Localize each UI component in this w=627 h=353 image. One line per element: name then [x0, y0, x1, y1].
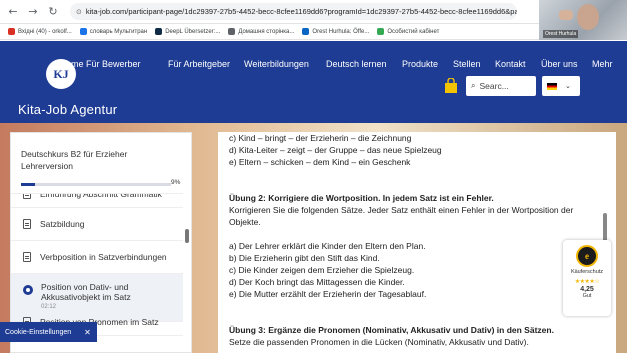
nav-item[interactable]: Kontakt	[495, 59, 526, 69]
document-icon	[23, 194, 31, 199]
bookmark-item[interactable]: Домашня сторінка...	[228, 28, 294, 35]
document-icon	[23, 219, 31, 229]
search-input[interactable]: ⌕ Searc...	[466, 76, 536, 96]
bookmark-item[interactable]: Orest Hurhula: Öffe...	[302, 28, 369, 35]
nav-item[interactable]: Über uns	[541, 59, 578, 69]
trust-label: Käuferschutz	[570, 269, 604, 275]
content-scrollbar[interactable]	[603, 213, 607, 243]
bookmark-label: DeepL Übersetzer:...	[165, 28, 221, 35]
content-line: Korrigieren Sie die folgenden Sätze. Jed…	[229, 205, 574, 215]
cookie-settings-bar[interactable]: Cookie-Einstellungen ✕	[0, 322, 97, 342]
bookmark-label: Вхідні (40) - orkolf...	[18, 28, 72, 35]
rating-word: Gut	[582, 293, 592, 299]
back-icon[interactable]: ←	[6, 5, 20, 19]
nav-item[interactable]: Deutsch lernen	[326, 59, 387, 69]
bookmark-item[interactable]: DeepL Übersetzer:...	[155, 28, 220, 35]
exercise-heading: Übung 3: Ergänze die Pronomen (Nominativ…	[229, 325, 554, 335]
bookmark-label: Домашня сторінка...	[238, 28, 295, 35]
bookmark-label: словарь Мультитран	[89, 28, 148, 35]
trusted-shops-badge[interactable]: e Käuferschutz ★★★★☆ 4,25 Gut	[563, 240, 611, 316]
url-text: kita-job.com/participant-page/1dc29397-2…	[85, 7, 517, 16]
german-flag-icon	[547, 82, 557, 90]
lesson-duration: 02:12	[41, 304, 57, 310]
rating-score: 4,25	[580, 286, 594, 293]
bookmark-favicon-icon	[377, 28, 385, 35]
lesson-label: Satzbildung	[40, 219, 85, 229]
nav-item[interactable]: Stellen	[453, 59, 481, 69]
search-icon: ⌕	[471, 81, 476, 90]
address-bar[interactable]: ⊙ kita-job.com/participant-page/1dc29397…	[70, 3, 517, 20]
course-progress-bar	[21, 183, 171, 186]
shopping-bag-icon[interactable]	[444, 78, 458, 93]
search-placeholder: Searc...	[479, 81, 509, 91]
content-line: e) Die Mutter erzählt der Erzieherin der…	[229, 289, 427, 299]
bookmark-label: Особистий кабінет	[387, 28, 440, 35]
content-line: Objekte.	[229, 217, 261, 227]
content-line: e) Eltern – schicken – dem Kind – ein Ge…	[229, 157, 411, 167]
lesson-label: Position von Dativ- und Akkusativobjekt …	[41, 282, 131, 302]
site-header: ome Für Bewerber Für Arbeitgeber Weiterbild…	[0, 41, 627, 123]
chevron-down-icon: ⌄	[565, 82, 571, 90]
nav-item[interactable]: Für Bewerber	[86, 59, 141, 69]
content-line: b) Die Erzieherin gibt den Stift das Kin…	[229, 253, 380, 263]
logo[interactable]: KJ	[46, 59, 76, 89]
content-line: c) Kind – bringt – der Erzieherin – die …	[229, 133, 412, 143]
lesson-label: Verbposition in Satzverbindungen	[40, 252, 167, 262]
site-info-icon[interactable]: ⊙	[76, 8, 82, 16]
document-icon	[23, 252, 31, 262]
content-line: a) Der Lehrer erklärt die Kinder den Elt…	[229, 241, 426, 251]
bookmark-label: Orest Hurhula: Öffe...	[312, 28, 370, 35]
content-line: d) Der Koch bringt das Mittagessen die K…	[229, 277, 405, 287]
bookmark-item[interactable]: Особистий кабінет	[377, 28, 439, 35]
nav-item[interactable]: Produkte	[402, 59, 438, 69]
bookmark-favicon-icon	[302, 28, 310, 35]
course-sidebar: Deutschkurs B2 für Erzieher Lehrerversio…	[10, 132, 192, 353]
bookmark-item[interactable]: Вхідні (40) - orkolf...	[8, 28, 72, 35]
webcam-face	[577, 4, 599, 30]
lesson-item[interactable]: Position von Dativ- und Akkusativobjekt …	[11, 274, 183, 322]
lesson-label: Einführung Abschnitt Grammatik	[40, 193, 162, 199]
content-line: c) Die Kinder zeigen dem Erzieher die Sp…	[229, 265, 415, 275]
nav-item[interactable]: Weiterbildungen	[244, 59, 309, 69]
brand-name: Kita-Job Agentur	[18, 102, 118, 117]
course-title: Deutschkurs B2 für Erzieher Lehrerversio…	[21, 149, 128, 171]
webcam-name: Orest Hurhula	[543, 30, 579, 38]
content-line: d) Kita-Leiter – zeigt – der Gruppe – da…	[229, 145, 442, 155]
trusted-seal-icon: e	[576, 245, 598, 267]
webcam-overlay: Orest Hurhula	[539, 0, 627, 40]
current-lesson-icon	[23, 285, 33, 295]
bookmarks-bar: Вхідні (40) - orkolf... словарь Мультитра…	[0, 24, 627, 40]
browser-toolbar: ← → ↻ ⊙ kita-job.com/participant-page/1d…	[0, 0, 627, 24]
bookmark-favicon-icon	[79, 28, 87, 35]
lesson-item[interactable]: Einführung Abschnitt Grammatik	[11, 194, 183, 208]
lesson-item[interactable]: Satzbildung	[11, 208, 183, 241]
webcam-hand	[559, 10, 573, 20]
reload-icon[interactable]: ↻	[46, 5, 60, 19]
lesson-content: c) Kind – bringt – der Erzieherin – die …	[218, 132, 616, 353]
bookmark-favicon-icon	[228, 28, 236, 35]
bookmark-favicon-icon	[155, 28, 163, 35]
nav-item[interactable]: Für Arbeitgeber	[168, 59, 230, 69]
nav-item[interactable]: Mehr	[592, 59, 613, 69]
bookmark-item[interactable]: словарь Мультитран	[79, 28, 148, 35]
bookmark-favicon-icon	[8, 28, 15, 35]
cookie-settings-label: Cookie-Einstellungen	[5, 328, 72, 336]
sidebar-scrollbar[interactable]	[185, 229, 189, 243]
lesson-item[interactable]: Verbposition in Satzverbindungen	[11, 241, 183, 274]
content-line: Setze die passenden Pronomen in die Lück…	[229, 337, 529, 347]
rating-stars: ★★★★☆	[574, 278, 600, 285]
close-icon[interactable]: ✕	[84, 328, 91, 337]
course-progress-label: 9%	[171, 179, 181, 186]
exercise-heading: Übung 2: Korrigiere die Wortposition. In…	[229, 193, 494, 203]
language-selector[interactable]: ⌄	[542, 76, 580, 96]
forward-icon[interactable]: →	[26, 5, 40, 19]
